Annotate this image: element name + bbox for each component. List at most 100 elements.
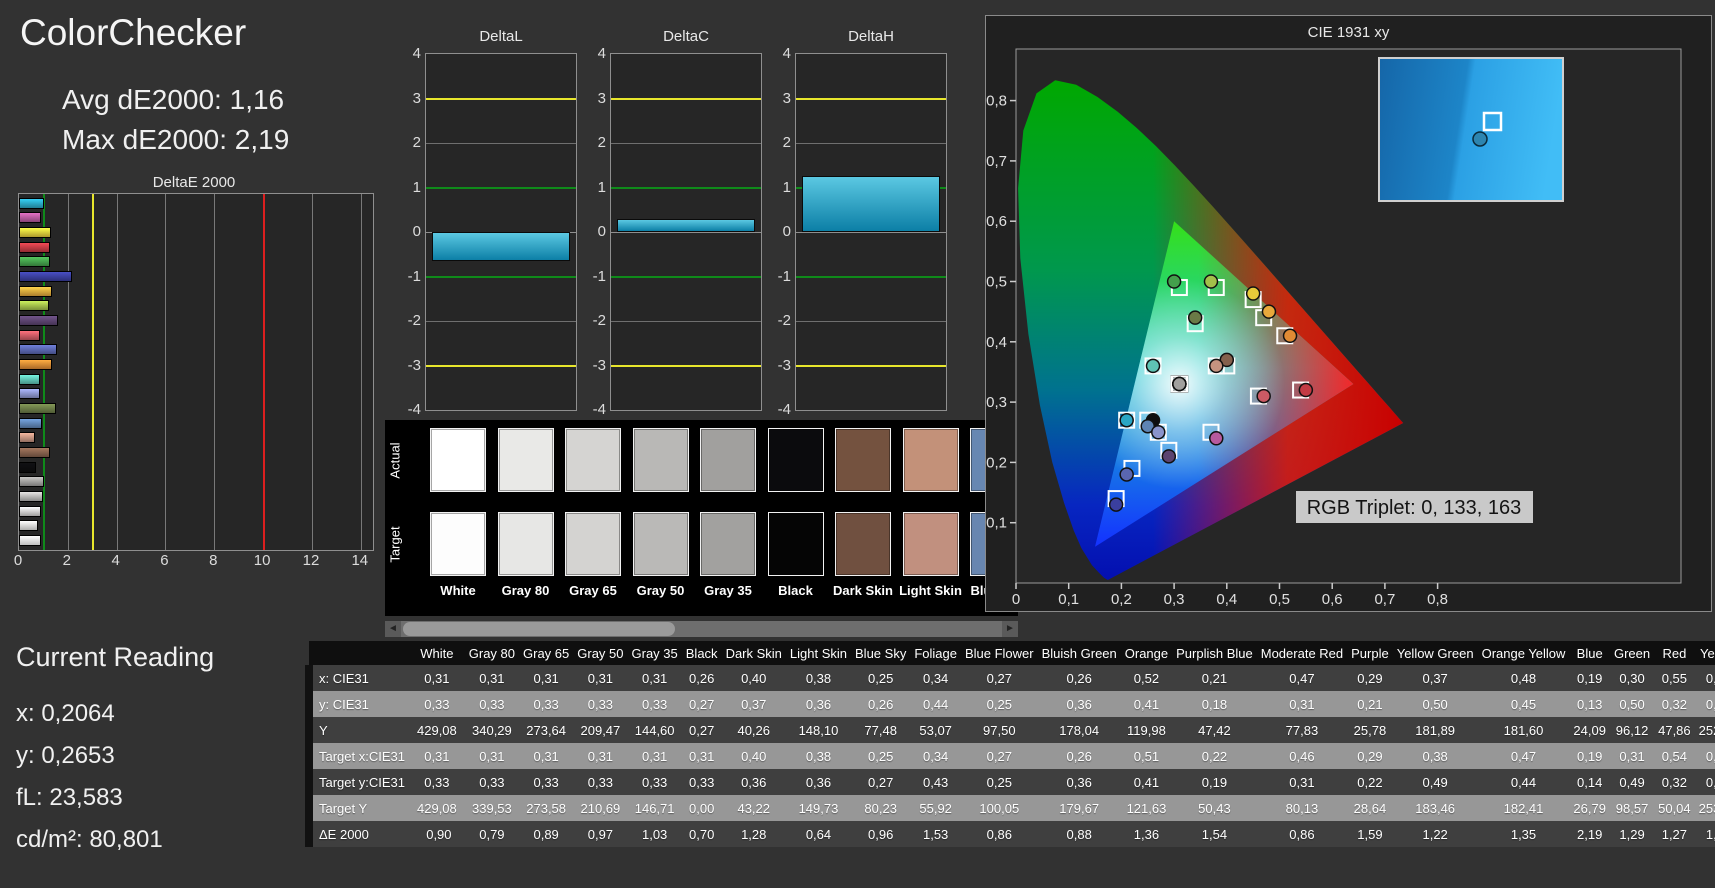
- table-cell: 0,88: [1037, 821, 1121, 847]
- deltae-bar-red: [19, 241, 50, 253]
- current-reading-title: Current Reading: [16, 642, 215, 672]
- deltae-bar-blue-sky: [19, 417, 43, 429]
- deltah-chart: DeltaH 4 3 2 1 0 -1 -2 -3 -4: [778, 20, 947, 418]
- table-cell: 0,86: [960, 821, 1038, 847]
- svg-text:0,1: 0,1: [986, 515, 1007, 532]
- row-label: Target y:CIE31: [305, 769, 413, 795]
- table-cell: 0,14: [1569, 769, 1610, 795]
- table-cell: 0,49: [1609, 769, 1655, 795]
- table-cell: 0,29: [1347, 743, 1393, 769]
- col-header-yellow: Yellow: [1694, 641, 1715, 665]
- table-cell: 0,96: [851, 821, 911, 847]
- swatch-name: Black: [778, 583, 813, 598]
- svg-text:0,7: 0,7: [986, 153, 1007, 170]
- scrollbar-thumb[interactable]: [403, 622, 675, 636]
- table-cell: 0,33: [413, 691, 465, 717]
- table-cell: 0,36: [721, 769, 786, 795]
- table-row: Target y:CIE31 0,33 0,33 0,33 0,33 0,33 0,33 0,…: [305, 769, 1715, 795]
- gridline: [796, 364, 946, 367]
- table-cell: 0,33: [413, 769, 465, 795]
- table-cell: 149,73: [785, 795, 852, 821]
- cie-measured-purple: [1161, 449, 1177, 464]
- cie-measured-purplish-blue: [1119, 467, 1134, 482]
- table-cell: 0,30: [1609, 665, 1655, 691]
- deltah-title: DeltaH: [848, 28, 894, 45]
- table-cell: 0,31: [573, 665, 628, 691]
- cie-measured-gray-35: [1172, 376, 1187, 392]
- swatch-actual-gray-35: [700, 428, 756, 492]
- row-label: x: CIE31: [305, 665, 413, 691]
- deltae-bar-foliage: [19, 403, 57, 415]
- swatch-name: Dark Skin: [833, 583, 893, 598]
- swatch-row-label: Actual: [387, 441, 403, 479]
- table-cell: 0,36: [1037, 769, 1121, 795]
- y-tick-label: 4: [597, 45, 606, 62]
- table-cell: 0,25: [851, 665, 911, 691]
- cie-measured-blue: [1108, 497, 1124, 512]
- y-tick-label: -2: [407, 312, 421, 329]
- table-cell: 183,46: [1392, 795, 1478, 821]
- svg-text:0,2: 0,2: [986, 454, 1007, 471]
- y-tick-label: 4: [782, 45, 791, 62]
- table-cell: 1,22: [1392, 821, 1478, 847]
- table-corner: [309, 641, 413, 665]
- table-cell: 0,36: [785, 769, 852, 795]
- deltal-plot: 4 3 2 1 0 -1 -2 -3 -4: [408, 45, 577, 418]
- table-cell: 0,43: [910, 769, 961, 795]
- current-reading-y: y: 0,2653: [16, 742, 115, 769]
- swatch-target-gray-50: [632, 512, 689, 576]
- svg-text:0,6: 0,6: [1322, 591, 1343, 608]
- col-header-purple: Purple: [1347, 641, 1393, 665]
- deltah-bar: [802, 176, 940, 232]
- table-cell: 0,33: [627, 769, 682, 795]
- swatch-target-gray-35: [700, 512, 756, 576]
- table-cell: 0,19: [1172, 769, 1257, 795]
- deltae-bar-light-skin: [19, 432, 35, 444]
- y-tick-label: -4: [407, 401, 421, 418]
- deltah-plot: 4 3 2 1 0 -1 -2 -3 -4: [778, 45, 947, 418]
- swatch-name: Light Skin: [899, 583, 962, 598]
- table-cell: 0,31: [413, 743, 465, 769]
- deltal-title: DeltaL: [479, 28, 523, 45]
- table-cell: 181,89: [1392, 717, 1478, 743]
- deltae2000-chart-title: DeltaE 2000: [152, 174, 236, 191]
- cie-measured-moderate-red: [1256, 388, 1271, 404]
- deltae-bar-moderate-red: [19, 329, 40, 341]
- deltac-title: DeltaC: [663, 28, 709, 45]
- table-cell: 0,19: [1569, 665, 1610, 691]
- table-cell: 0,41: [1120, 691, 1173, 717]
- table-cell: 0,31: [681, 743, 722, 769]
- scrollbar-left-arrow-icon[interactable]: ◄: [385, 621, 401, 637]
- table-cell: 1,33: [1694, 821, 1715, 847]
- y-tick-label: 0: [412, 223, 421, 240]
- table-cell: 1,54: [1172, 821, 1257, 847]
- scrollbar-right-arrow-icon[interactable]: ►: [1002, 621, 1018, 637]
- gridline: [796, 143, 946, 144]
- table-cell: 47,42: [1172, 717, 1257, 743]
- deltae-bar-magenta: [19, 212, 42, 224]
- table-cell: 0,31: [1256, 769, 1348, 795]
- col-header-gray-80: Gray 80: [464, 641, 520, 665]
- swatch-scrollbar[interactable]: ◄ ►: [385, 621, 1018, 637]
- gridline: [611, 364, 761, 367]
- y-tick-label: 1: [597, 178, 606, 196]
- x-tick-label: 6: [160, 552, 169, 569]
- svg-text:0,3: 0,3: [986, 394, 1007, 411]
- x-tick-label: 12: [302, 552, 320, 569]
- deltal-bar: [432, 232, 570, 261]
- table-cell: 100,05: [960, 795, 1038, 821]
- table-cell: 0,34: [910, 743, 961, 769]
- deltae-bar-purple: [19, 315, 58, 327]
- row-label: ΔE 2000: [305, 821, 413, 847]
- table-cell: 0,27: [960, 665, 1038, 691]
- cie-measured-orange-yellow: [1261, 304, 1277, 319]
- table-cell: 0,79: [464, 821, 520, 847]
- deltae-bar-purplish-blue: [19, 344, 57, 356]
- deltae-bar-gray-80: [19, 520, 39, 532]
- table-cell: 0,25: [851, 743, 911, 769]
- current-reading-x: x: 0,2064: [16, 700, 115, 727]
- table-cell: 0,31: [627, 665, 682, 691]
- table-cell: 1,29: [1609, 821, 1655, 847]
- table-cell: 0,13: [1569, 691, 1610, 717]
- col-header-foliage: Foliage: [910, 641, 961, 665]
